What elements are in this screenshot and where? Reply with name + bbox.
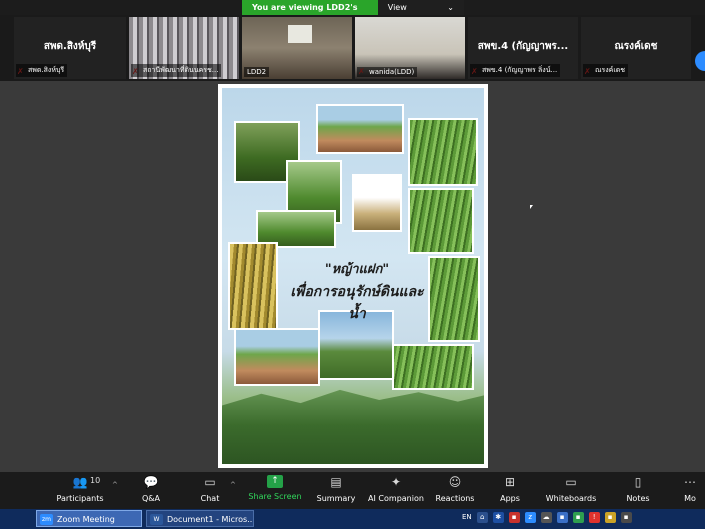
apps-button[interactable]: ⊞ Apps: [480, 475, 540, 503]
poster-title-line1: "หญ้าแฝก": [324, 262, 390, 277]
ai-companion-icon: ✦: [390, 475, 402, 489]
poster-photo: [408, 118, 478, 186]
chevron-down-icon: ⌄: [447, 3, 454, 12]
poster-photo: [234, 328, 320, 386]
participants-button[interactable]: 👥 Participants: [50, 475, 110, 503]
more-button[interactable]: ⋯ Mo: [675, 475, 705, 503]
screen-share-banner: You are viewing LDD2's screen View Optio…: [242, 0, 464, 27]
participants-count: 10: [90, 476, 101, 485]
poster-photo: [228, 242, 278, 330]
apps-icon: ⊞: [504, 475, 516, 489]
ai-companion-button[interactable]: ✦ AI Companion: [366, 475, 426, 503]
participant-label: สถานีพัฒนาที่ดินนครช...: [131, 64, 222, 77]
bluetooth-icon[interactable]: ✱: [492, 512, 504, 523]
whiteboards-label: Whiteboards: [545, 494, 597, 503]
network-icon[interactable]: ⌂: [476, 512, 488, 523]
windows-taskbar: zm Zoom Meeting W Document1 - Micros... …: [0, 509, 705, 529]
summary-button[interactable]: ▤ Summary: [306, 475, 366, 503]
more-icon: ⋯: [684, 475, 696, 489]
mouse-cursor-icon: [530, 205, 533, 209]
view-options-button[interactable]: View Options ⌄: [377, 0, 464, 27]
participants-icon: 👥: [72, 475, 88, 489]
poster-mountain-scene: [222, 389, 484, 464]
participant-big-name: สพข.4 (กัญญาพร...: [477, 41, 569, 52]
tray-app-icon[interactable]: ▪: [556, 512, 568, 523]
poster-photo: [408, 188, 474, 254]
taskbar-word-document[interactable]: W Document1 - Micros...: [146, 510, 254, 527]
meeting-toolbar: 👥 Participants 10 ^ 💬 Q&A ▭ Chat ^ ↑ Sha…: [0, 472, 705, 509]
chat-label: Chat: [200, 494, 220, 503]
strip-next-button[interactable]: [695, 51, 705, 71]
poster-photo: [352, 174, 402, 232]
cloud-icon[interactable]: ☁: [540, 512, 552, 523]
projector-screen: [288, 25, 312, 43]
view-options-label: View Options: [387, 3, 419, 27]
poster-photo: [316, 104, 404, 154]
notes-icon: ▯: [634, 475, 642, 489]
participant-tile[interactable]: ✗ wanida(LDD): [355, 17, 465, 79]
notes-label: Notes: [626, 494, 650, 503]
reactions-label: Reactions: [435, 494, 475, 503]
tray-app-icon[interactable]: ▪: [572, 512, 584, 523]
participant-tile[interactable]: LDD2: [242, 17, 352, 79]
shared-poster: "หญ้าแฝก" เพื่อการอนุรักษ์ดินและน้ำ: [218, 84, 488, 468]
poster-photo: [392, 344, 474, 390]
chevron-up-icon[interactable]: ^: [230, 481, 236, 489]
share-screen-button[interactable]: ↑ Share Screen: [245, 475, 305, 501]
poster-photo: [428, 256, 480, 342]
participant-big-name: ณรงค์เดช: [614, 41, 658, 52]
summary-label: Summary: [316, 494, 356, 503]
chevron-up-icon[interactable]: ^: [112, 481, 118, 489]
share-screen-label: Share Screen: [248, 492, 302, 501]
participant-label: wanida(LDD): [357, 67, 418, 77]
participant-label: ณรงค์เดช: [583, 64, 629, 77]
reactions-icon: ☺: [448, 475, 462, 489]
more-label: Mo: [684, 494, 696, 503]
taskbar-zoom-meeting[interactable]: zm Zoom Meeting: [36, 510, 142, 527]
system-tray: EN ⌂ ✱ ▪ z ☁ ▪ ▪ ! ▪ ▪: [462, 512, 632, 523]
qa-icon: 💬: [143, 475, 159, 489]
participants-label: Participants: [56, 494, 104, 503]
participant-label: LDD2: [244, 67, 270, 77]
zoom-icon: zm: [40, 514, 53, 525]
poster-title: "หญ้าแฝก" เพื่อการอนุรักษ์ดินและน้ำ: [282, 258, 432, 325]
viewing-label: You are viewing LDD2's screen: [242, 0, 378, 27]
taskbar-item-label: Zoom Meeting: [57, 515, 115, 524]
participant-label: สพข.4 (กัญญาพร ลิ่งน์...: [470, 64, 561, 77]
tray-app-icon[interactable]: ▪: [620, 512, 632, 523]
ai-companion-label: AI Companion: [368, 494, 424, 503]
taskbar-item-label: Document1 - Micros...: [167, 515, 254, 524]
chat-button[interactable]: ▭ Chat: [180, 475, 240, 503]
participant-tile[interactable]: ณรงค์เดช ✗ ณรงค์เดช: [581, 17, 691, 79]
qa-label: Q&A: [141, 494, 160, 503]
notes-button[interactable]: ▯ Notes: [608, 475, 668, 503]
zoom-tray-icon[interactable]: z: [524, 512, 536, 523]
participant-strip: สพด.สิงห์บุรี ✗ สพด.สิงห์บุรี ✗ สถานีพัฒ…: [0, 15, 705, 81]
summary-icon: ▤: [330, 475, 342, 489]
word-icon: W: [150, 514, 163, 525]
whiteboards-button[interactable]: ▭ Whiteboards: [541, 475, 601, 503]
alert-icon[interactable]: !: [588, 512, 600, 523]
participant-tile[interactable]: สพข.4 (กัญญาพร... ✗ สพข.4 (กัญญาพร ลิ่งน…: [468, 17, 578, 79]
tray-app-icon[interactable]: ▪: [604, 512, 616, 523]
participant-tile[interactable]: ✗ สถานีพัฒนาที่ดินนครช...: [129, 17, 239, 79]
language-indicator[interactable]: EN: [462, 512, 472, 523]
qa-button[interactable]: 💬 Q&A: [121, 475, 181, 503]
participant-label: สพด.สิงห์บุรี: [16, 64, 68, 77]
tray-app-icon[interactable]: ▪: [508, 512, 520, 523]
participant-tile[interactable]: สพด.สิงห์บุรี ✗ สพด.สิงห์บุรี: [14, 17, 126, 79]
poster-title-line2: เพื่อการอนุรักษ์ดินและน้ำ: [290, 284, 424, 322]
share-screen-icon: ↑: [267, 475, 283, 488]
whiteboards-icon: ▭: [565, 475, 577, 489]
apps-label: Apps: [500, 494, 520, 503]
poster-background: "หญ้าแฝก" เพื่อการอนุรักษ์ดินและน้ำ: [222, 88, 484, 464]
reactions-button[interactable]: ☺ Reactions: [425, 475, 485, 503]
participant-big-name: สพด.สิงห์บุรี: [43, 41, 97, 52]
